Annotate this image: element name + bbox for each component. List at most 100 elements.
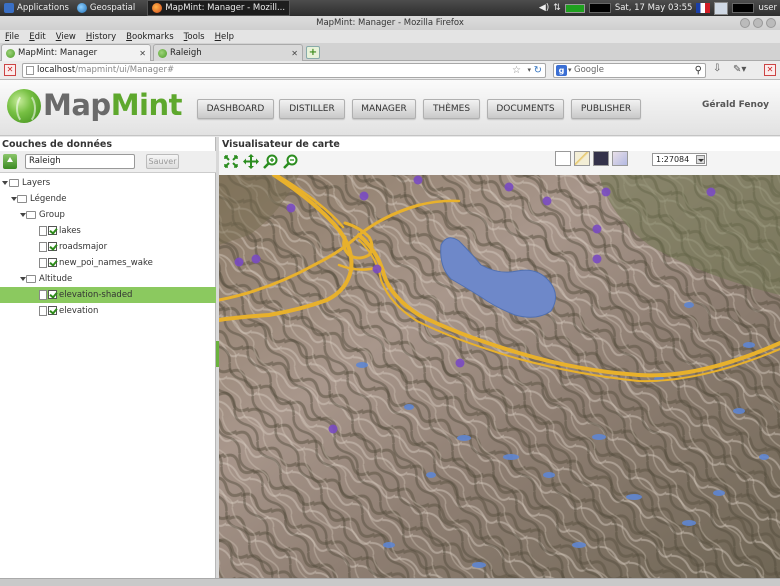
mapmint-favicon-icon <box>6 48 15 58</box>
search-engine-dropdown-icon[interactable]: ▾ <box>568 64 572 77</box>
network-icon[interactable]: ⇅ <box>553 3 561 13</box>
map-render[interactable] <box>219 175 780 578</box>
search-placeholder: Google <box>574 65 604 75</box>
basemap-blank-icon[interactable] <box>555 151 571 166</box>
taskbar-window-title: MapMint: Manager - Mozill... <box>165 3 286 13</box>
expand-arrow-icon[interactable] <box>2 181 8 185</box>
add-layer-icon[interactable] <box>3 154 17 169</box>
tree-label: roadsmajor <box>59 242 108 252</box>
tree-label: new_poi_names_wake <box>59 258 153 268</box>
close-window-button[interactable] <box>766 18 776 28</box>
firefox-tray-icon[interactable] <box>714 1 729 15</box>
tray-box <box>732 3 755 13</box>
url-host: localhost <box>37 65 76 75</box>
download-icon[interactable]: ⇩ <box>713 63 721 74</box>
map-panel-title: Visualisateur de carte <box>222 139 340 150</box>
tree-layer-elevation[interactable]: elevation <box>0 303 216 319</box>
user-name[interactable]: Gérald Fenoy <box>702 100 769 110</box>
close-tab-icon[interactable]: ✕ <box>139 49 146 58</box>
tree-layer-roadsmajor[interactable]: roadsmajor <box>0 239 216 255</box>
layer-visibility-checkbox[interactable] <box>48 306 57 315</box>
map-canvas[interactable] <box>219 175 780 578</box>
layer-visibility-checkbox[interactable] <box>48 226 57 235</box>
nav-distiller-button[interactable]: DISTILLER <box>279 99 345 119</box>
google-icon[interactable]: g <box>556 65 567 76</box>
tree-label: Layers <box>22 178 51 188</box>
nav-themes-button[interactable]: THÈMES <box>423 99 480 119</box>
nav-publisher-button[interactable]: PUBLISHER <box>571 99 641 119</box>
layers-toolbar: Raleigh Sauver <box>0 151 216 173</box>
menu-history[interactable]: History <box>81 32 121 42</box>
globe-icon <box>76 3 87 13</box>
layer-visibility-checkbox[interactable] <box>48 258 57 267</box>
nav-documents-button[interactable]: DOCUMENTS <box>487 99 564 119</box>
stop-icon[interactable]: ✕ <box>4 64 16 76</box>
tab-label: Raleigh <box>170 48 202 58</box>
search-icon[interactable]: ⚲ <box>695 64 702 77</box>
menu-edit[interactable]: Edit <box>24 32 50 42</box>
map-toolbar: 1:27084 <box>219 151 780 175</box>
zoom-out-icon[interactable] <box>283 154 299 169</box>
menu-bookmarks[interactable]: Bookmarks <box>121 32 179 42</box>
geospatial-label: Geospatial <box>89 3 136 13</box>
layers-panel: Couches de données Raleigh Sauver Layers… <box>0 137 216 578</box>
reload-icon[interactable]: ↻ <box>534 64 542 77</box>
zoom-extent-icon[interactable] <box>223 154 239 169</box>
close-toolbar-icon[interactable]: ✕ <box>764 64 776 76</box>
tree-layer-lakes[interactable]: lakes <box>0 223 216 239</box>
tree-node-altitude[interactable]: Altitude <box>0 271 216 287</box>
tree-label: Group <box>39 210 65 220</box>
search-bar[interactable]: g ▾ Google ⚲ <box>553 63 706 78</box>
navigation-bar: ✕ localhost/mapmint/ui/Manager# ☆ ▾ ↻ g … <box>0 61 780 80</box>
nav-dashboard-button[interactable]: DASHBOARD <box>197 99 274 119</box>
maximize-button[interactable] <box>753 18 763 28</box>
distro-logo-icon <box>4 3 14 13</box>
tree-node-legende[interactable]: Légende <box>0 191 216 207</box>
layer-tree: Layers Légende Group lakes roadsmajor ne… <box>0 175 216 319</box>
dropdown-arrow-icon[interactable] <box>696 155 705 164</box>
geospatial-menu[interactable]: Geospatial <box>73 0 139 16</box>
menu-tools[interactable]: Tools <box>179 32 210 42</box>
url-dropdown-icon[interactable]: ▾ <box>527 64 531 77</box>
tree-node-layers[interactable]: Layers <box>0 175 216 191</box>
folder-icon <box>26 211 36 219</box>
menu-file[interactable]: File <box>0 32 24 42</box>
tree-label: lakes <box>59 226 81 236</box>
folder-icon <box>26 275 36 283</box>
tree-layer-elevation-shaded[interactable]: elevation-shaded <box>0 287 216 303</box>
scale-select[interactable]: 1:27084 <box>652 153 707 166</box>
tree-layer-new-poi-names-wake[interactable]: new_poi_names_wake <box>0 255 216 271</box>
pan-icon[interactable] <box>243 154 259 169</box>
basemap-streets-icon[interactable] <box>574 151 590 166</box>
map-name-input[interactable]: Raleigh <box>25 154 135 169</box>
nav-manager-button[interactable]: MANAGER <box>352 99 416 119</box>
url-bar[interactable]: localhost/mapmint/ui/Manager# ☆ ▾ ↻ <box>22 63 546 78</box>
tab-raleigh[interactable]: Raleigh ✕ <box>153 44 303 61</box>
system-monitor <box>588 3 611 13</box>
taskbar-firefox-window[interactable]: MapMint: Manager - Mozill... <box>147 0 291 16</box>
app-header: MapMint DASHBOARD DISTILLER MANAGER THÈM… <box>0 80 780 136</box>
clock[interactable]: Sat, 17 May 03:55 <box>615 3 693 13</box>
menu-view[interactable]: View <box>51 32 81 42</box>
tab-label: MapMint: Manager <box>18 48 98 58</box>
url-path: /mapmint/ui/Manager# <box>75 65 175 75</box>
keyboard-layout-flag-icon[interactable] <box>696 3 711 13</box>
volume-icon[interactable]: ◀) <box>539 3 549 13</box>
bookmark-star-icon[interactable]: ☆ <box>512 64 521 77</box>
layer-visibility-checkbox[interactable] <box>48 290 57 299</box>
zoom-in-icon[interactable] <box>263 154 279 169</box>
basemap-osm-icon[interactable] <box>612 151 628 166</box>
menu-help[interactable]: Help <box>210 32 239 42</box>
layer-visibility-checkbox[interactable] <box>48 242 57 251</box>
new-tab-button[interactable]: + <box>306 46 320 59</box>
basemap-satellite-icon[interactable] <box>593 151 609 166</box>
tab-mapmint-manager[interactable]: MapMint: Manager ✕ <box>1 44 151 61</box>
close-tab-icon[interactable]: ✕ <box>291 49 298 58</box>
applications-menu[interactable]: Applications <box>0 0 73 16</box>
page-icon <box>26 66 34 75</box>
user-label[interactable]: user <box>758 3 777 13</box>
save-button[interactable]: Sauver <box>146 154 179 169</box>
tree-node-group[interactable]: Group <box>0 207 216 223</box>
addon-icon[interactable]: ✎▾ <box>733 64 746 75</box>
minimize-button[interactable] <box>740 18 750 28</box>
